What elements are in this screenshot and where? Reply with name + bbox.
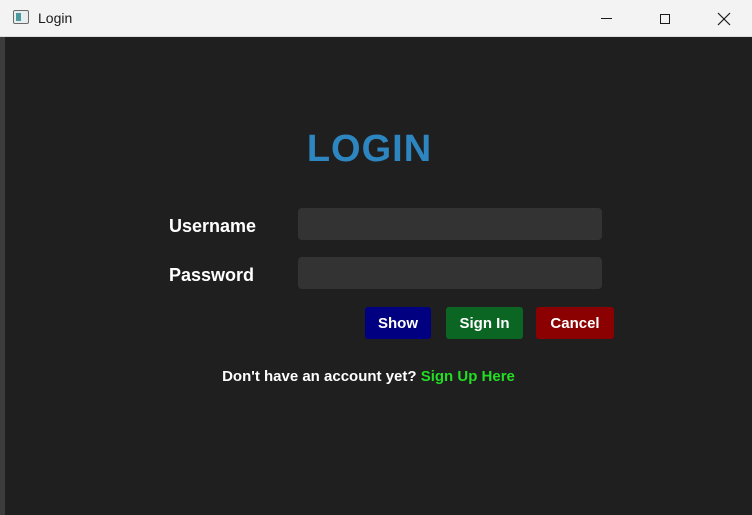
signup-prompt: Don't have an account yet? Sign Up Here xyxy=(5,368,752,385)
show-password-button[interactable]: Show xyxy=(365,307,431,339)
maximize-icon xyxy=(660,13,670,24)
page-title: LOGIN xyxy=(306,128,433,170)
title-bar[interactable]: Login xyxy=(0,0,752,37)
cancel-button[interactable]: Cancel xyxy=(536,307,614,339)
sign-in-button[interactable]: Sign In xyxy=(446,307,523,339)
login-window: Login LOGIN Username Password Show Sign … xyxy=(0,0,752,515)
close-button[interactable] xyxy=(701,0,747,37)
username-label: Username xyxy=(169,216,257,236)
app-icon-pane xyxy=(16,13,21,21)
signup-prompt-text: Don't have an account yet? xyxy=(222,368,417,385)
window-title: Login xyxy=(38,10,73,26)
app-window-icon xyxy=(13,10,29,24)
minimize-button[interactable] xyxy=(583,0,629,37)
maximize-button[interactable] xyxy=(642,0,688,37)
sign-up-link[interactable]: Sign Up Here xyxy=(421,368,515,385)
password-input[interactable] xyxy=(298,257,602,289)
minimize-icon xyxy=(600,18,612,19)
password-label: Password xyxy=(169,265,255,285)
username-input[interactable] xyxy=(298,208,602,240)
close-icon xyxy=(717,12,731,25)
